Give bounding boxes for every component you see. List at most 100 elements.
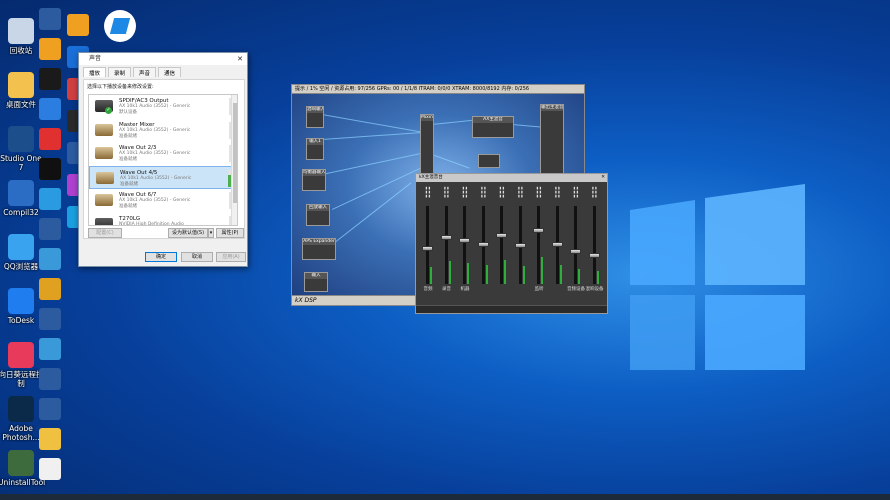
apply-button[interactable]: 应用(A): [216, 252, 246, 262]
device-status: 准备就绪: [119, 133, 137, 139]
channel-meter-leds: ▮ ▮ ▮ ▮ ▮ ▮: [555, 186, 560, 198]
taskbar[interactable]: [0, 494, 890, 500]
app-icon: [8, 72, 34, 98]
dsp-titlebar[interactable]: 提示 / 1% 空闲 / 资源占用: 97/256 GPRs: 00 / 1/1…: [292, 85, 584, 94]
fader-knob[interactable]: [551, 242, 563, 247]
mixer-channel: ▮ ▮ ▮ ▮ ▮ ▮: [495, 186, 509, 296]
app-icon: [39, 158, 61, 180]
app-icon: [39, 458, 61, 480]
dsp-node-gain[interactable]: [478, 154, 500, 168]
dsp-node-aps-expander[interactable]: APS Expander: [302, 238, 336, 260]
node-caption: 输入: [305, 273, 327, 279]
desktop-icon[interactable]: [32, 458, 68, 480]
speaker-icon: [95, 147, 113, 159]
device-name: Master Mixer: [119, 121, 155, 128]
fader-knob[interactable]: [422, 245, 433, 251]
node-caption: Mixin: [421, 115, 433, 121]
channel-meter-leds: ▮ ▮ ▮ ▮ ▮ ▮: [481, 186, 486, 198]
sound-dialog-tabs: 播放 录制 声音 通信: [79, 65, 247, 77]
desktop-icon[interactable]: [32, 428, 68, 450]
dsp-wire: [332, 182, 412, 245]
dsp-node-mixin[interactable]: Mixin: [420, 114, 434, 176]
tab-sounds[interactable]: 声音: [133, 67, 157, 77]
mixer-channel: ▮ ▮ ▮ ▮ ▮ ▮ 混响设备: [586, 186, 604, 296]
configure-button[interactable]: 配置(C): [88, 228, 122, 238]
device-name: SPDIF/AC3 Output: [119, 98, 169, 104]
vu-meter: [485, 265, 488, 284]
dsp-node-main-mix[interactable]: AX主混音: [472, 116, 514, 138]
desktop-icon[interactable]: [32, 248, 68, 270]
close-icon[interactable]: ✕: [237, 53, 243, 65]
close-icon[interactable]: ✕: [601, 174, 605, 182]
desktop-icon[interactable]: [32, 368, 68, 390]
set-default-button[interactable]: 设为默认值(S): [168, 228, 208, 238]
speaker-icon: [95, 217, 113, 225]
playback-device-row[interactable]: Wave Out 2/3 AX 10k1 Audio (3552) - Gener…: [89, 142, 237, 166]
fader-track: [444, 206, 448, 284]
kx-mixer-window: kX主混音台 ✕ ▮ ▮ ▮ ▮ ▮ ▮ 音频 ▮ ▮ ▮ ▮ ▮ ▮ 录音 ▮ ▮ ▮ ▮ ▮ ▮…: [415, 173, 608, 314]
node-caption: AX主混音: [473, 117, 513, 123]
dsp-node-output[interactable]: 输出主混音: [540, 104, 564, 174]
app-icon: [39, 218, 61, 240]
device-list[interactable]: ✓ SPDIF/AC3 Output AX 10k1 Audio (3552) - …: [88, 94, 238, 226]
app-icon: [67, 14, 89, 36]
playback-device-row[interactable]: Wave Out 6/7 AX 10k1 Audio (3552) - Gener…: [89, 189, 237, 213]
node-caption: 回放输入: [307, 205, 329, 211]
app-icon: [8, 18, 34, 44]
dsp-node-input[interactable]: 均衡器输入: [302, 169, 326, 191]
playback-device-row[interactable]: Master Mixer AX 10k1 Audio (3552) - Gener…: [89, 119, 237, 143]
desktop-icon[interactable]: [32, 308, 68, 330]
instruction-text: 选择以下播放设备来修改设置:: [87, 84, 154, 90]
fader-knob[interactable]: [496, 233, 507, 239]
app-icon[interactable]: [104, 10, 136, 42]
device-status: 准备就绪: [119, 204, 137, 209]
tab-communications[interactable]: 通信: [158, 67, 182, 77]
properties-button[interactable]: 属性(P): [216, 228, 244, 238]
fader-knob[interactable]: [459, 238, 470, 244]
channel-meter-leds: ▮ ▮ ▮ ▮ ▮ ▮: [592, 186, 597, 198]
fader-knob[interactable]: [477, 242, 489, 247]
dsp-node-input[interactable]: 输入: [304, 272, 328, 292]
playback-device-row[interactable]: Wave Out 4/5 AX 10k1 Audio (3552) - Gener…: [89, 165, 237, 189]
device-name: T270LG: [119, 215, 141, 222]
app-glyph-icon: [109, 18, 131, 34]
tab-playback[interactable]: 播放: [83, 67, 107, 77]
app-icon: [39, 128, 61, 150]
playback-device-row[interactable]: ✓ SPDIF/AC3 Output AX 10k1 Audio (3552) - …: [89, 95, 237, 119]
device-name: Wave Out 2/3: [119, 145, 157, 151]
fader-knob[interactable]: [440, 234, 452, 240]
app-icon: [8, 288, 34, 314]
fader-knob[interactable]: [514, 243, 526, 249]
mixer-channel: ▮ ▮ ▮ ▮ ▮ ▮ 录音: [440, 186, 454, 296]
desktop-icon[interactable]: [32, 338, 68, 360]
playback-device-row[interactable]: T270LG NVIDIA High Definition Audio: [89, 213, 237, 226]
channel-meter-leds: ▮ ▮ ▮ ▮ ▮ ▮: [518, 186, 523, 198]
app-icon: [39, 278, 61, 300]
scrollbar-thumb[interactable]: [233, 103, 237, 203]
app-icon: [39, 308, 61, 330]
sound-dialog-title: 声音: [89, 55, 102, 62]
device-driver: NVIDIA High Definition Audio: [119, 221, 184, 226]
vu-meter: [596, 270, 599, 284]
app-icon: [8, 180, 34, 206]
dsp-node-input[interactable]: 输入1: [306, 138, 324, 160]
desktop-icon[interactable]: [60, 14, 96, 36]
fader-knob[interactable]: [533, 227, 544, 233]
mixer-titlebar[interactable]: kX主混音台 ✕: [416, 174, 607, 182]
mixer-channel: ▮ ▮ ▮ ▮ ▮ ▮: [514, 186, 528, 296]
app-icon: [39, 98, 61, 120]
fader-knob[interactable]: [588, 252, 600, 258]
tab-recording[interactable]: 录制: [108, 67, 132, 77]
ok-button[interactable]: 确定: [145, 252, 177, 262]
desktop-icon[interactable]: [32, 278, 68, 300]
device-list-scrollbar[interactable]: [231, 95, 237, 225]
mixer-title: kX主混音台: [419, 175, 443, 180]
chevron-down-icon[interactable]: ▾: [208, 228, 214, 238]
dsp-node-input[interactable]: 回放输入: [306, 204, 330, 226]
desktop-icon[interactable]: [32, 398, 68, 420]
fader-knob[interactable]: [570, 249, 581, 255]
sound-dialog-titlebar[interactable]: 声音 ✕: [79, 53, 247, 65]
cancel-button[interactable]: 取消: [181, 252, 213, 262]
dsp-node-input[interactable]: 混响输入: [306, 106, 324, 128]
app-icon: [39, 188, 61, 210]
